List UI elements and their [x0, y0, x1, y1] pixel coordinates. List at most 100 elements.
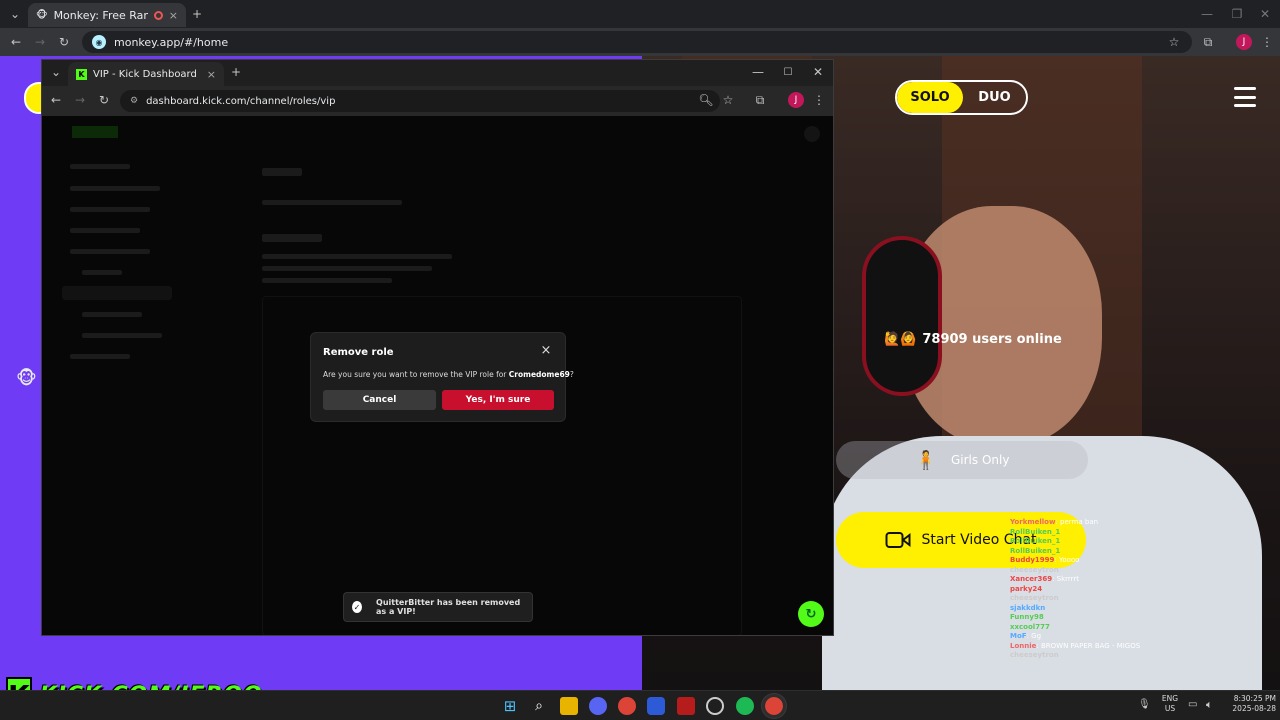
outer-bookmark-star-icon[interactable]: ☆: [1166, 34, 1182, 50]
sidebar-placeholder: [70, 186, 160, 191]
dialog-message-text: Are you sure you want to remove the VIP …: [323, 370, 509, 379]
outer-extensions-icon[interactable]: ⧉: [1200, 34, 1216, 50]
inner-menu-icon[interactable]: ⋮: [812, 92, 826, 108]
duo-mode-button[interactable]: DUO: [963, 82, 1026, 113]
clock-time: 8:30:25 PM: [1233, 694, 1276, 703]
chat-username: RollBuiken_1: [1010, 537, 1061, 545]
outer-forward-icon[interactable]: →: [32, 34, 48, 50]
chat-username: parky24: [1010, 584, 1043, 593]
sidebar-active-placeholder: [62, 286, 172, 300]
hamburger-menu-icon[interactable]: [1234, 87, 1256, 107]
inner-tab-close-icon[interactable]: ×: [207, 68, 216, 81]
inner-site-info-icon[interactable]: ⚙: [130, 96, 138, 106]
main-subheading-placeholder: [262, 234, 322, 242]
dialog-close-icon[interactable]: ×: [539, 343, 553, 358]
chat-message: Lonnie: BROWN PAPER BAG - MIGOS: [1010, 642, 1150, 652]
inner-maximize-icon[interactable]: ☐: [780, 64, 796, 80]
outer-url-field[interactable]: ◉ monkey.app/#/home: [82, 31, 1192, 53]
girls-only-filter-button[interactable]: 🧍 Girls Only: [836, 441, 1088, 479]
inner-extensions-icon[interactable]: ⧉: [752, 92, 768, 108]
chrome-active-icon[interactable]: [762, 694, 786, 718]
chat-message: RollBuiken_1: [1010, 537, 1150, 547]
inner-new-tab-icon[interactable]: +: [228, 64, 244, 80]
main-text-placeholder: [262, 254, 452, 259]
outer-minimize-icon[interactable]: —: [1198, 5, 1216, 23]
monkey-mascot-icon[interactable]: 🐵: [16, 368, 40, 390]
language-indicator[interactable]: ENG US: [1158, 694, 1182, 714]
success-toast: ✓ QuitterBitter has been removed as a VI…: [343, 592, 533, 622]
clock[interactable]: 8:30:25 PM 2025-08-28: [1222, 694, 1276, 714]
chat-username: Xancer369: [1010, 575, 1053, 583]
cancel-button[interactable]: Cancel: [323, 390, 436, 410]
outer-new-tab-icon[interactable]: +: [188, 5, 206, 23]
dialog-title: Remove role: [323, 347, 394, 358]
inner-minimize-icon[interactable]: —: [750, 64, 766, 80]
outer-reload-icon[interactable]: ↻: [56, 34, 72, 50]
sidebar-placeholder: [70, 249, 150, 254]
inner-zoom-icon[interactable]: 🔍︎: [698, 92, 714, 108]
help-chat-icon[interactable]: ↻: [798, 601, 824, 627]
video-camera-icon: [885, 531, 911, 549]
chat-username: sjakkdkn: [1010, 603, 1046, 612]
inner-bookmark-star-icon[interactable]: ☆: [720, 92, 736, 108]
spotify-icon[interactable]: [736, 697, 754, 715]
discord-icon[interactable]: [589, 697, 607, 715]
chat-message: parky24: [1010, 585, 1150, 595]
chat-message: RollBuiken_1: [1010, 547, 1150, 557]
chat-username: MoF: [1010, 632, 1027, 640]
toast-message: QuitterBitter has been removed as a VIP!: [376, 598, 521, 616]
outer-menu-icon[interactable]: ⋮: [1260, 34, 1274, 50]
chat-username: cheeseytron: [1010, 651, 1059, 659]
dialog-message-suffix: ?: [569, 370, 574, 379]
taskbar-search-icon[interactable]: ⌕: [530, 697, 548, 715]
language-primary: ENG: [1161, 694, 1179, 703]
inner-tab-kick[interactable]: K VIP - Kick Dashboard ×: [68, 62, 224, 86]
sidebar-placeholder: [70, 164, 130, 169]
outer-profile-avatar[interactable]: J: [1236, 34, 1252, 50]
network-icon[interactable]: ▭: [1188, 699, 1197, 710]
monkey-favicon-icon: 🐵: [36, 9, 48, 21]
inner-url-field[interactable]: ⚙ dashboard.kick.com/channel/roles/vip: [120, 90, 720, 112]
site-info-icon[interactable]: ◉: [92, 35, 106, 49]
volume-icon[interactable]: 🔈︎: [1206, 698, 1213, 712]
microphone-icon[interactable]: 🎙︎: [1138, 699, 1151, 713]
outer-maximize-icon[interactable]: ❐: [1228, 5, 1246, 23]
outer-close-icon[interactable]: ✕: [1256, 5, 1274, 23]
solo-mode-button[interactable]: SOLO: [897, 82, 963, 113]
main-tabs-placeholder: [262, 200, 402, 205]
file-explorer-icon[interactable]: [560, 697, 578, 715]
users-online-indicator: 🙋🙆 78909 users online: [884, 332, 1062, 347]
outer-tab-close-icon[interactable]: ×: [169, 9, 178, 22]
clock-date: 2025-08-28: [1232, 704, 1276, 713]
chat-text: : perma ban: [1055, 518, 1099, 526]
chat-username: Lonnie: [1010, 641, 1037, 650]
outer-tab-bar: ⌄ 🐵 Monkey: Free Random Vid × + — ❐ ✕: [0, 0, 1280, 28]
inner-forward-icon[interactable]: →: [72, 92, 88, 108]
inner-reload-icon[interactable]: ↻: [96, 92, 112, 108]
vpn-app-icon[interactable]: [647, 697, 665, 715]
inner-tab-search-chevron-icon[interactable]: ⌄: [48, 64, 64, 80]
windows-taskbar: ⊞ ⌕ 🎙︎ ENG US ▭ 🔈︎ 8:30:25 PM 2025-08-28: [0, 690, 1280, 720]
chat-text: : Gg: [1026, 632, 1042, 640]
obs-icon[interactable]: [706, 697, 724, 715]
sidebar-placeholder: [70, 354, 130, 359]
sidebar-placeholder: [82, 333, 162, 338]
recording-icon: [153, 10, 163, 20]
inner-back-icon[interactable]: ←: [48, 92, 64, 108]
outer-back-icon[interactable]: ←: [8, 34, 24, 50]
inner-tab-title: VIP - Kick Dashboard: [93, 68, 197, 80]
chat-username: Funny98: [1010, 613, 1044, 621]
chrome-icon[interactable]: [618, 697, 636, 715]
sidebar-placeholder: [70, 228, 140, 233]
start-menu-icon[interactable]: ⊞: [501, 697, 519, 715]
inner-profile-avatar[interactable]: J: [788, 92, 804, 108]
chat-text: : BROWN PAPER BAG - MIGOS: [1036, 641, 1141, 650]
outer-tab-monkey[interactable]: 🐵 Monkey: Free Random Vid ×: [28, 3, 186, 27]
voicemod-icon[interactable]: [677, 697, 695, 715]
stream-chat-overlay: Yorkmellow: perma ban RollBuiken_1 RollBui…: [1010, 518, 1150, 698]
confirm-remove-button[interactable]: Yes, I'm sure: [442, 390, 554, 410]
chat-message: RollBuiken_1: [1010, 528, 1150, 538]
sidebar-placeholder: [82, 312, 142, 317]
tab-search-chevron-icon[interactable]: ⌄: [6, 5, 24, 23]
inner-close-icon[interactable]: ✕: [810, 64, 826, 80]
